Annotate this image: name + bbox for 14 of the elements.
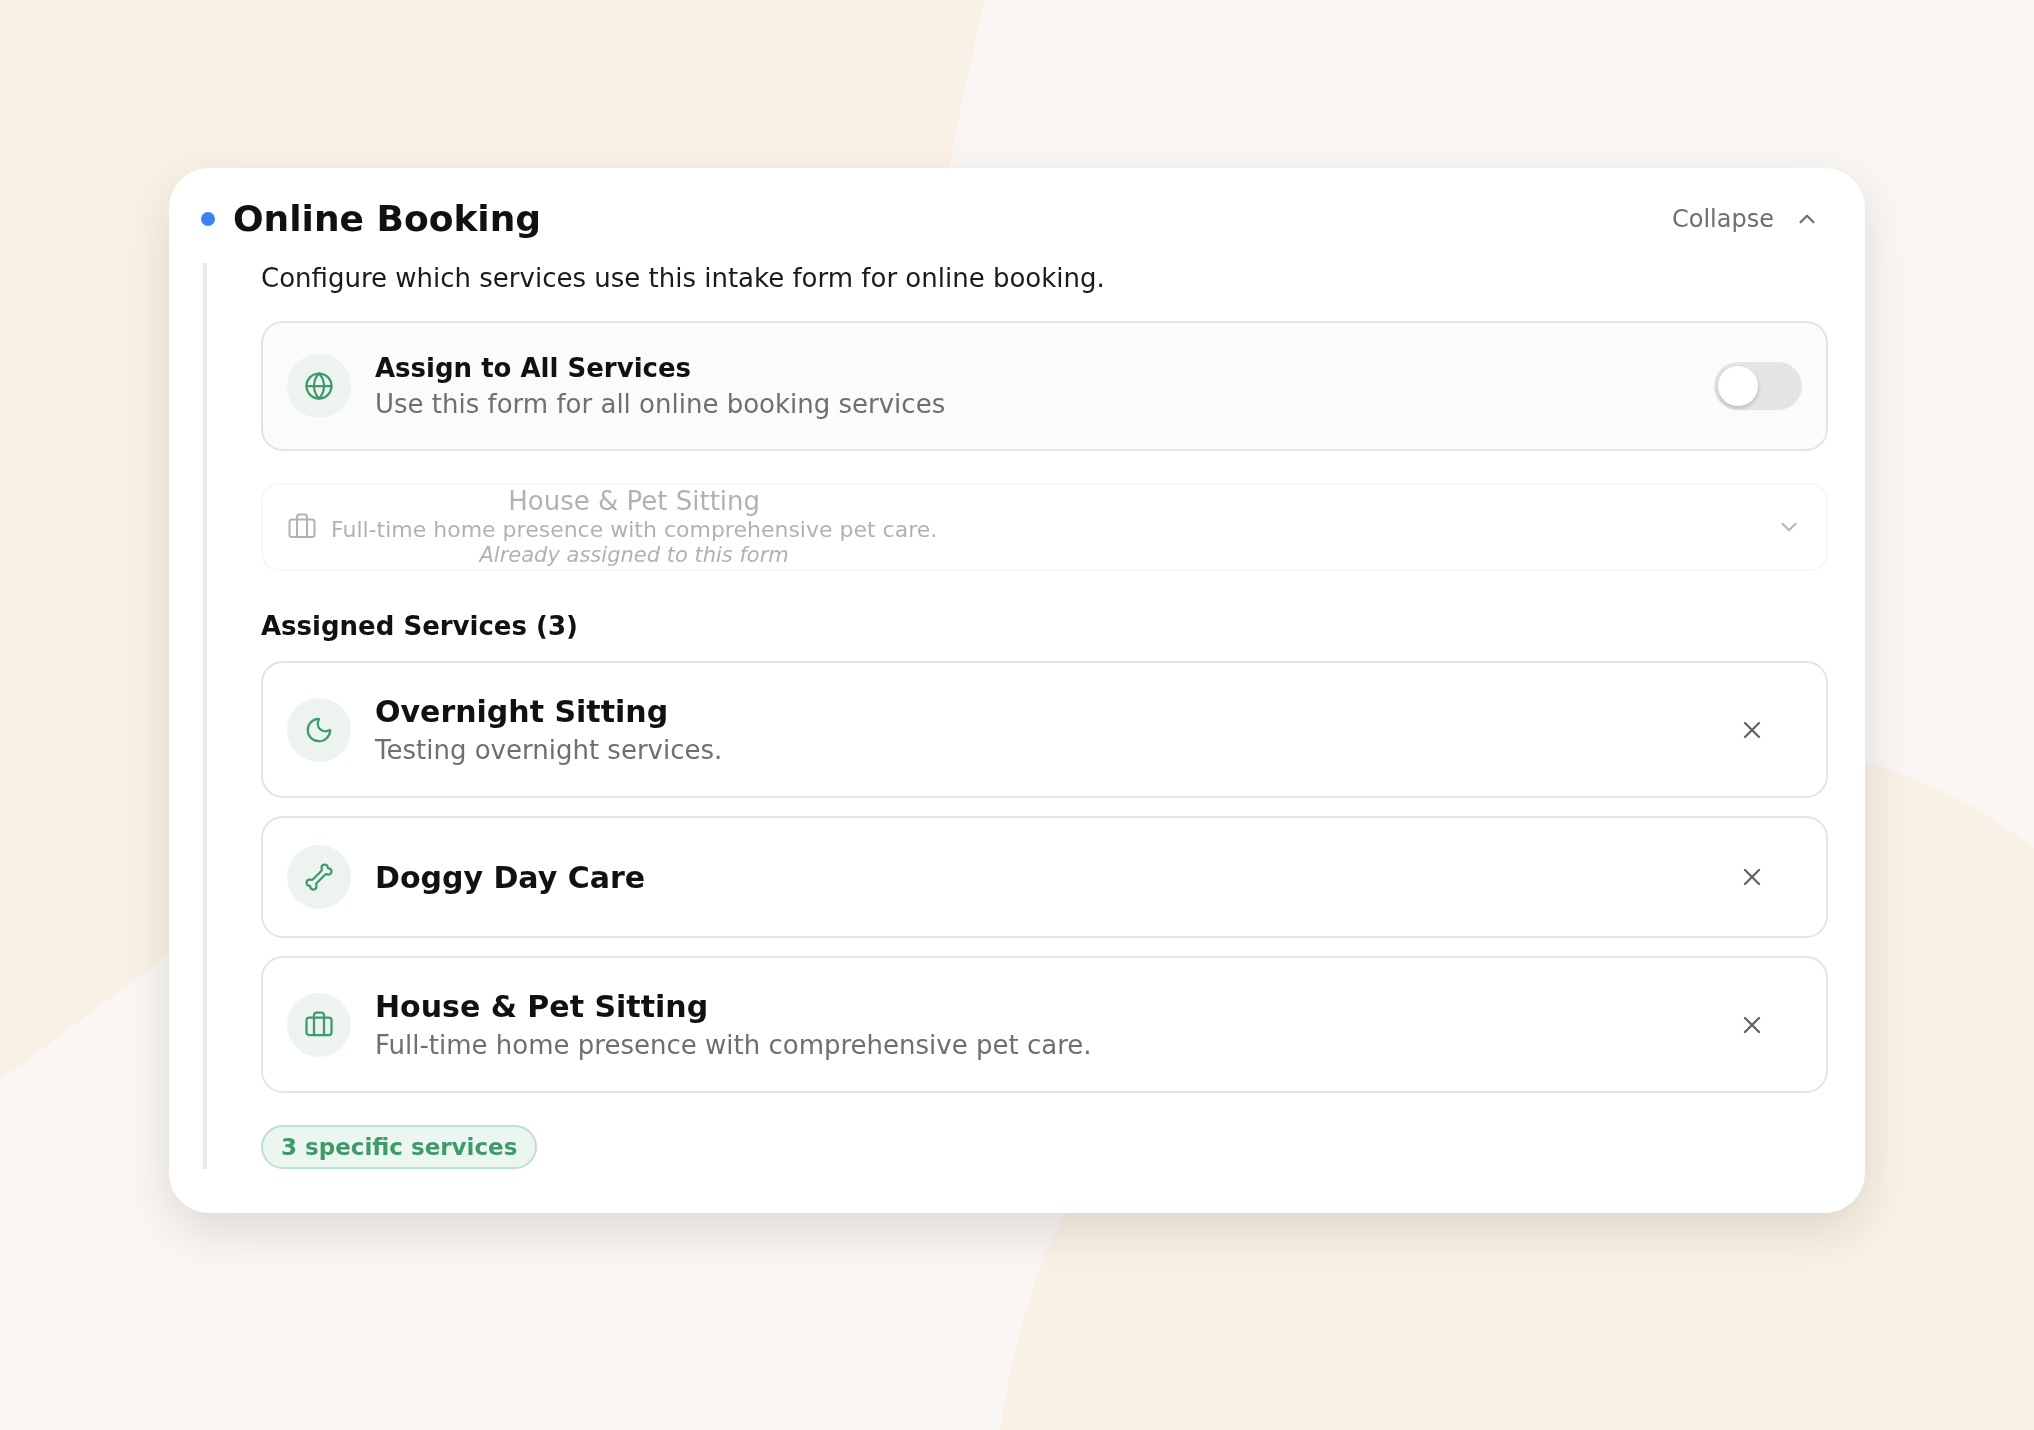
service-description: Full-time home presence with comprehensive pet care. bbox=[375, 1030, 1093, 1060]
service-name: House & Pet Sitting bbox=[375, 989, 710, 1024]
assigned-services-heading: Assigned Services (3) bbox=[261, 611, 579, 641]
section-description: Configure which services use this intake form for online booking. bbox=[261, 263, 1106, 293]
service-name: Doggy Day Care bbox=[375, 859, 647, 895]
assign-all-subtitle: Use this form for all online booking services bbox=[375, 389, 947, 419]
service-name: Overnight Sitting bbox=[375, 694, 670, 729]
services-count-badge: 3 specific services bbox=[261, 1125, 538, 1169]
toggle-switch[interactable] bbox=[1714, 362, 1802, 410]
assign-all-title: Assign to All Services bbox=[375, 353, 693, 383]
bone-icon bbox=[304, 862, 334, 892]
service-description: Testing overnight services. bbox=[375, 735, 724, 765]
collapse-button[interactable]: Collapse bbox=[1664, 198, 1828, 239]
section-title: Online Booking bbox=[233, 198, 542, 239]
